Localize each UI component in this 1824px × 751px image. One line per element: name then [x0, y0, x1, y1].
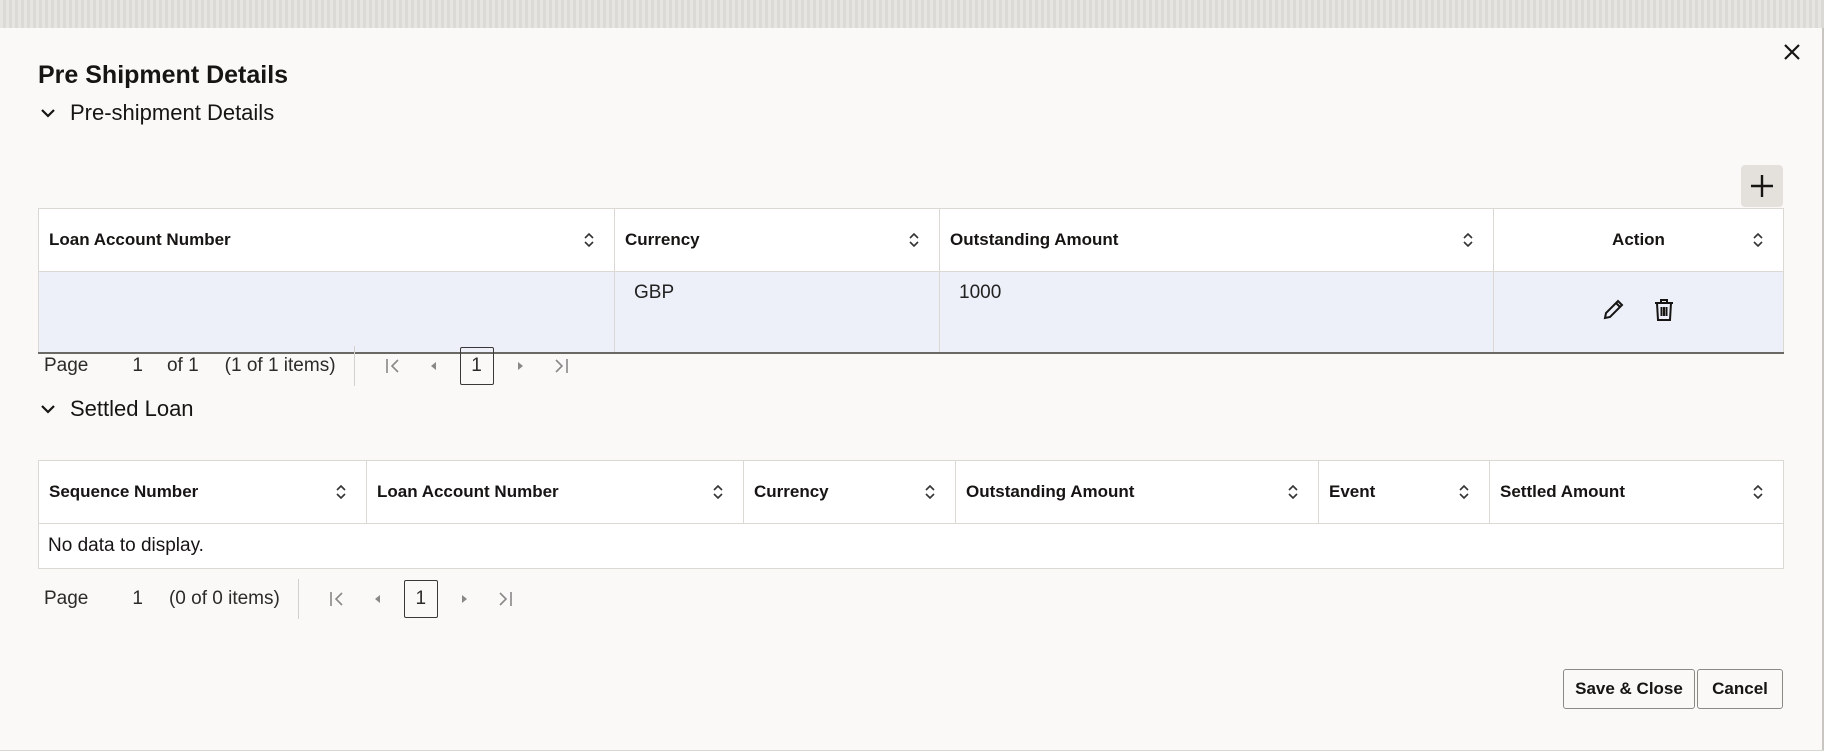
page-label: Page — [44, 588, 89, 609]
empty-row: No data to display. — [38, 523, 1784, 569]
col-header-currency[interactable]: Currency — [743, 460, 956, 524]
cell-currency: GBP — [614, 271, 940, 354]
current-page-button[interactable]: 1 — [459, 347, 494, 385]
cell-actions — [1493, 271, 1784, 354]
sort-icon — [1288, 484, 1298, 500]
last-page-icon — [554, 359, 568, 373]
page-number-input[interactable]: 1 — [132, 588, 143, 610]
sort-icon — [584, 232, 594, 248]
table-row[interactable]: GBP 1000 — [38, 271, 1784, 354]
settled-loan-section-toggle[interactable]: Settled Loan — [38, 396, 194, 422]
items-count: (0 of 0 items) — [168, 588, 280, 609]
preshipment-pagination: Page 1 of 1 (1 of 1 items) 1 — [38, 346, 581, 386]
col-header-loan-account-number[interactable]: Loan Account Number — [38, 208, 615, 272]
last-page-icon — [499, 592, 512, 606]
pager-divider — [353, 346, 355, 386]
page-label: Page — [44, 355, 89, 376]
previous-page-button[interactable] — [364, 586, 390, 612]
col-header-currency[interactable]: Currency — [614, 208, 940, 272]
background-app-strip — [0, 0, 1824, 28]
page-count: of 1 — [166, 355, 199, 376]
last-page-button[interactable] — [548, 353, 574, 379]
pager-divider — [297, 579, 299, 619]
last-page-button[interactable] — [492, 586, 518, 612]
col-header-action[interactable]: Action — [1493, 208, 1784, 272]
settled-loan-table: Sequence Number Loan Account Number Curr… — [38, 460, 1784, 569]
items-count: (1 of 1 items) — [224, 355, 336, 376]
preshipment-section-toggle[interactable]: Pre-shipment Details — [38, 100, 274, 126]
sort-icon — [1753, 232, 1763, 248]
col-header-event[interactable]: Event — [1318, 460, 1490, 524]
chevron-down-icon — [41, 109, 55, 118]
col-header-outstanding-amount[interactable]: Outstanding Amount — [955, 460, 1319, 524]
sort-icon — [1463, 232, 1473, 248]
sort-icon — [925, 484, 935, 500]
first-page-button[interactable] — [380, 353, 406, 379]
pencil-icon — [1603, 299, 1624, 320]
next-page-icon — [461, 595, 467, 603]
settled-loan-section-title: Settled Loan — [70, 396, 194, 421]
trash-icon — [1655, 299, 1674, 321]
page-number-input[interactable]: 1 — [132, 355, 143, 377]
preshipment-section-title: Pre-shipment Details — [70, 100, 275, 125]
first-page-icon — [385, 359, 399, 373]
first-page-icon — [330, 592, 343, 606]
cell-loan-account-number — [38, 271, 615, 354]
sort-icon — [1459, 484, 1469, 500]
col-header-settled-amount[interactable]: Settled Amount — [1489, 460, 1784, 524]
preshipment-table: Loan Account Number Currency Outstanding… — [38, 208, 1784, 354]
cell-outstanding-amount: 1000 — [939, 271, 1494, 354]
sort-icon — [909, 232, 919, 248]
next-page-button[interactable] — [508, 353, 534, 379]
sort-icon — [713, 484, 723, 500]
no-data-message: No data to display. — [38, 523, 1784, 569]
col-header-outstanding-amount[interactable]: Outstanding Amount — [939, 208, 1494, 272]
first-page-button[interactable] — [324, 586, 350, 612]
delete-button[interactable] — [1649, 295, 1679, 325]
previous-page-button[interactable] — [420, 353, 446, 379]
close-icon — [1784, 44, 1800, 60]
save-and-close-button[interactable]: Save & Close — [1563, 669, 1695, 709]
col-header-sequence-number[interactable]: Sequence Number — [38, 460, 367, 524]
settled-loan-pagination: Page 1 (0 of 0 items) 1 — [38, 579, 525, 619]
current-page-button[interactable]: 1 — [403, 580, 438, 618]
previous-page-icon — [374, 595, 380, 603]
plus-icon — [1751, 175, 1773, 197]
next-page-button[interactable] — [452, 586, 478, 612]
edit-button[interactable] — [1598, 295, 1628, 325]
sort-icon — [336, 484, 346, 500]
add-row-button[interactable] — [1741, 165, 1783, 207]
next-page-icon — [517, 362, 523, 370]
close-button[interactable] — [1778, 38, 1806, 66]
chevron-down-icon — [41, 405, 55, 414]
col-header-loan-account-number[interactable]: Loan Account Number — [366, 460, 744, 524]
pre-shipment-dialog: Pre Shipment Details Pre-shipment Detail… — [0, 28, 1824, 750]
previous-page-icon — [430, 362, 436, 370]
sort-icon — [1753, 484, 1763, 500]
cancel-button[interactable]: Cancel — [1697, 669, 1783, 709]
dialog-title: Pre Shipment Details — [38, 61, 289, 89]
